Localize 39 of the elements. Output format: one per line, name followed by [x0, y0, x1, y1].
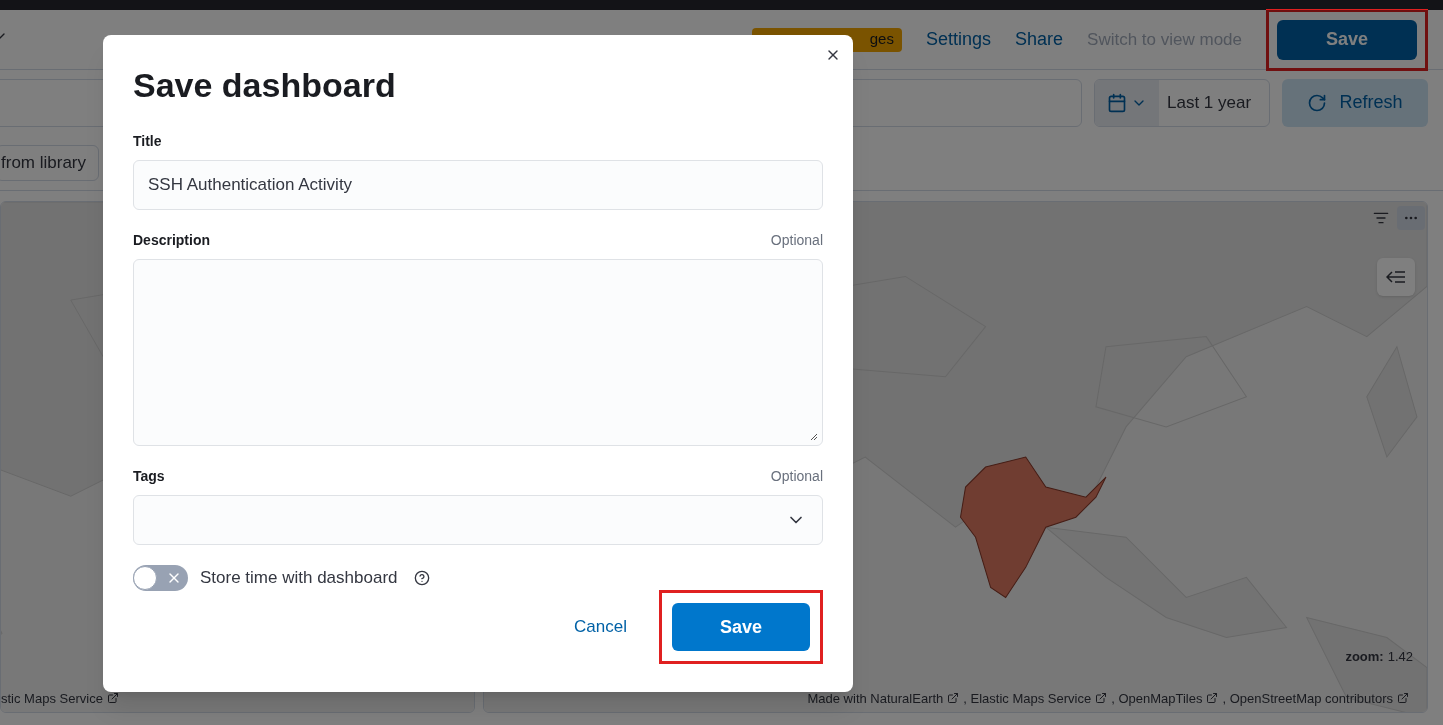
calendar-icon [1107, 92, 1127, 113]
store-time-toggle[interactable] [133, 565, 188, 591]
resize-handle-icon[interactable] [810, 433, 818, 441]
panel-options-button[interactable] [1397, 206, 1425, 230]
refresh-icon [1307, 92, 1328, 113]
date-picker[interactable]: Last 1 year [1094, 78, 1270, 127]
external-link-icon [106, 692, 119, 705]
help-icon[interactable] [413, 570, 430, 586]
toggle-label: Store time with dashboard [200, 567, 398, 590]
attribution-link[interactable]: Made with NaturalEarth [807, 688, 944, 708]
external-link-icon [1095, 692, 1108, 705]
save-button[interactable]: Save [672, 603, 810, 651]
field-label: Tags [133, 467, 165, 486]
field-label: Title [133, 132, 162, 151]
attribution-link[interactable]: , Elastic Maps Service [963, 688, 1092, 708]
optional-hint: Optional [770, 231, 823, 250]
layer-control-button[interactable] [1377, 258, 1415, 296]
external-link-icon [947, 692, 960, 705]
zoom-value: 1.42 [1387, 647, 1413, 666]
date-range-label: Last 1 year [1166, 91, 1253, 114]
attribution-link[interactable]: stic Maps Service [1, 688, 103, 708]
header-link[interactable]: Share [1015, 26, 1064, 53]
description-field[interactable] [133, 259, 823, 446]
title-field[interactable]: SSH Authentication Activity [133, 160, 823, 210]
external-link-icon [1397, 692, 1409, 705]
attribution-link[interactable]: , OpenMapTiles [1111, 688, 1203, 708]
filter-icon[interactable] [1373, 210, 1389, 226]
refresh-button[interactable]: Refresh [1282, 78, 1428, 127]
library-button[interactable]: from library [0, 144, 99, 181]
cancel-button[interactable]: Cancel [574, 614, 627, 640]
attribution-link[interactable]: , OpenStreetMap contributors [1222, 688, 1393, 708]
optional-hint: Optional [770, 467, 823, 486]
header-link[interactable]: Settings [925, 26, 991, 53]
external-link-icon [1206, 692, 1219, 705]
field-label: Description [133, 231, 210, 250]
collapse-list-icon [1386, 269, 1406, 285]
zoom-label: zoom: [1345, 647, 1384, 666]
dialog-title: Save dashboard [133, 65, 397, 105]
save-button[interactable]: Save [1277, 19, 1417, 60]
